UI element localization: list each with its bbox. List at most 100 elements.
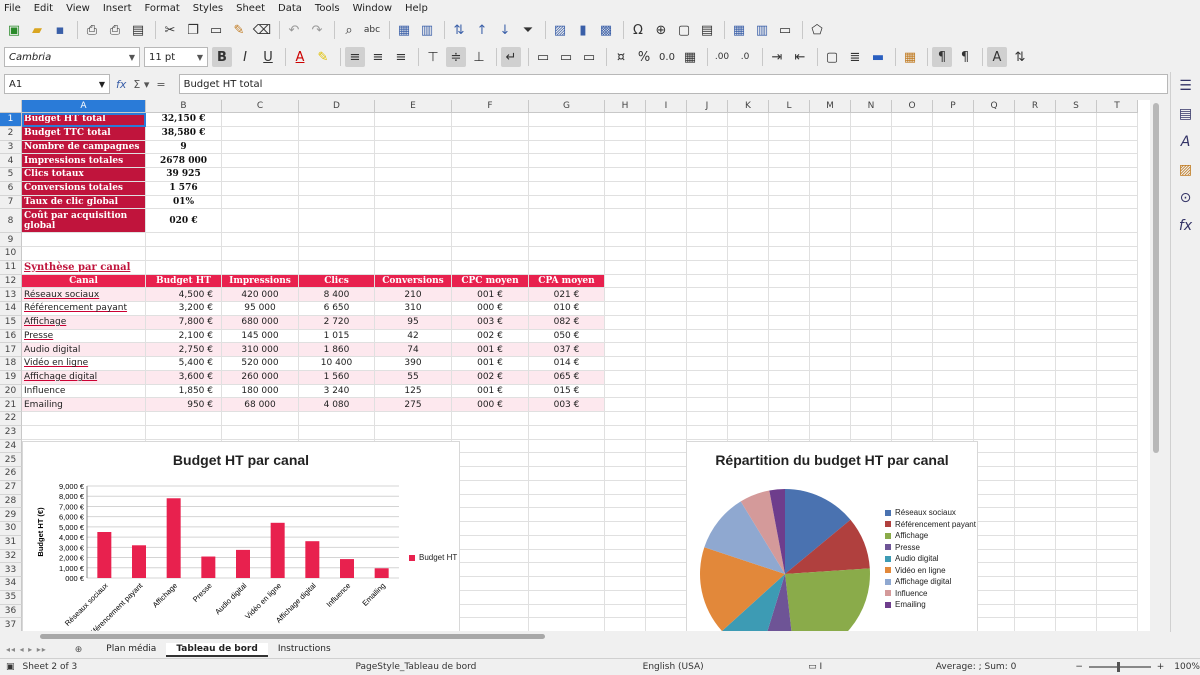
font-name-box[interactable]: Cambria ▼ bbox=[4, 47, 140, 67]
cell[interactable] bbox=[375, 209, 452, 234]
table-cell[interactable]: Emailing bbox=[22, 398, 146, 412]
cell[interactable] bbox=[810, 154, 851, 168]
cell[interactable] bbox=[687, 343, 728, 357]
cell[interactable] bbox=[687, 181, 728, 196]
table-header[interactable]: Clics bbox=[299, 274, 375, 289]
cell[interactable] bbox=[1015, 233, 1056, 247]
cell[interactable] bbox=[769, 233, 810, 247]
align-bottom-icon[interactable]: ⊥ bbox=[469, 47, 489, 67]
cell[interactable] bbox=[452, 453, 529, 467]
menu-item-window[interactable]: Window bbox=[353, 3, 392, 14]
sort-text-icon[interactable]: ⇅ bbox=[1010, 47, 1030, 67]
column-header[interactable]: R bbox=[1015, 100, 1056, 113]
cell[interactable] bbox=[1015, 522, 1056, 536]
save-icon[interactable]: ▪ bbox=[50, 20, 70, 40]
special-character-icon[interactable]: Ω bbox=[628, 20, 648, 40]
table-cell[interactable]: 520 000 bbox=[222, 357, 299, 371]
cell[interactable] bbox=[646, 168, 687, 182]
cell[interactable] bbox=[933, 168, 974, 182]
cell[interactable] bbox=[222, 209, 299, 234]
cell[interactable] bbox=[1097, 343, 1138, 357]
cell[interactable] bbox=[1056, 343, 1097, 357]
cell[interactable] bbox=[892, 384, 933, 399]
row-header[interactable]: 26 bbox=[0, 467, 22, 481]
summary-value[interactable]: 39 925 bbox=[146, 168, 222, 182]
cell[interactable] bbox=[299, 425, 375, 440]
cell[interactable] bbox=[605, 357, 646, 371]
summary-value[interactable]: 38,580 € bbox=[146, 126, 222, 141]
sum-icon[interactable]: Σ ▾ bbox=[133, 78, 149, 91]
cell[interactable] bbox=[646, 329, 687, 344]
cell[interactable] bbox=[605, 329, 646, 344]
text-direction-rtl-icon[interactable]: ¶ bbox=[955, 47, 975, 67]
cell[interactable] bbox=[974, 195, 1015, 210]
formula-input[interactable]: Budget HT total bbox=[178, 74, 1168, 94]
pie-chart[interactable]: Répartition du budget HT par canal Résea… bbox=[686, 441, 978, 631]
cell[interactable] bbox=[1015, 618, 1056, 631]
summary-value[interactable]: 1 576 bbox=[146, 181, 222, 196]
cell[interactable] bbox=[1097, 233, 1138, 247]
cell[interactable] bbox=[769, 357, 810, 371]
cell[interactable] bbox=[605, 508, 646, 522]
cell[interactable] bbox=[1097, 398, 1138, 412]
cell[interactable] bbox=[605, 154, 646, 168]
cell[interactable] bbox=[974, 113, 1015, 127]
cell[interactable] bbox=[769, 398, 810, 412]
cell[interactable] bbox=[974, 140, 1015, 155]
cell[interactable] bbox=[769, 315, 810, 330]
functions-icon[interactable]: fx bbox=[1171, 212, 1200, 240]
cell[interactable] bbox=[851, 113, 892, 127]
cell[interactable] bbox=[687, 233, 728, 247]
menu-item-insert[interactable]: Insert bbox=[103, 3, 132, 14]
cell[interactable] bbox=[1056, 549, 1097, 564]
cell[interactable] bbox=[851, 384, 892, 399]
cell[interactable] bbox=[974, 563, 1015, 577]
cell[interactable] bbox=[452, 480, 529, 495]
cell[interactable] bbox=[769, 343, 810, 357]
table-cell[interactable]: 065 € bbox=[529, 370, 605, 385]
cell[interactable] bbox=[1015, 168, 1056, 182]
cell[interactable] bbox=[646, 154, 687, 168]
row-header[interactable]: 10 bbox=[0, 247, 22, 261]
align-left-icon[interactable]: ≡ bbox=[345, 47, 365, 67]
cell[interactable] bbox=[974, 412, 1015, 426]
redo-icon[interactable]: ↷ bbox=[307, 20, 327, 40]
cell[interactable] bbox=[769, 260, 810, 275]
summary-label[interactable]: Nombre de campagnes bbox=[22, 140, 146, 155]
summary-value[interactable]: 32,150 € bbox=[146, 113, 222, 127]
summary-label[interactable]: Coût par acquisition global bbox=[22, 209, 146, 234]
cell[interactable] bbox=[529, 412, 605, 426]
cell[interactable] bbox=[851, 329, 892, 344]
table-cell[interactable]: 10 400 bbox=[299, 357, 375, 371]
cell[interactable] bbox=[933, 260, 974, 275]
cell[interactable] bbox=[1056, 522, 1097, 536]
cell[interactable] bbox=[810, 181, 851, 196]
cell[interactable] bbox=[728, 329, 769, 344]
cell[interactable] bbox=[810, 302, 851, 316]
cell[interactable] bbox=[1056, 140, 1097, 155]
cell[interactable] bbox=[687, 195, 728, 210]
cell[interactable] bbox=[687, 384, 728, 399]
cell[interactable] bbox=[769, 274, 810, 289]
summary-value[interactable]: 2678 000 bbox=[146, 154, 222, 168]
row-header[interactable]: 27 bbox=[0, 480, 22, 495]
align-center-icon[interactable]: ≡ bbox=[368, 47, 388, 67]
cell[interactable] bbox=[646, 247, 687, 261]
row-header[interactable]: 22 bbox=[0, 412, 22, 426]
navigator-icon[interactable]: ⊙ bbox=[1171, 184, 1200, 212]
bold-icon[interactable]: B bbox=[212, 47, 232, 67]
cell[interactable] bbox=[974, 274, 1015, 289]
table-cell[interactable]: 95 bbox=[375, 315, 452, 330]
cell[interactable] bbox=[529, 247, 605, 261]
cell[interactable] bbox=[810, 288, 851, 302]
table-cell[interactable]: 001 € bbox=[452, 384, 529, 399]
column-header[interactable]: Q bbox=[974, 100, 1015, 113]
cell[interactable] bbox=[687, 260, 728, 275]
cell[interactable] bbox=[452, 535, 529, 550]
cell[interactable] bbox=[1056, 425, 1097, 440]
cell[interactable] bbox=[1015, 563, 1056, 577]
cell[interactable] bbox=[1097, 494, 1138, 509]
summary-value[interactable]: 9 bbox=[146, 140, 222, 155]
column-header[interactable]: D bbox=[299, 100, 375, 113]
cell[interactable] bbox=[892, 181, 933, 196]
